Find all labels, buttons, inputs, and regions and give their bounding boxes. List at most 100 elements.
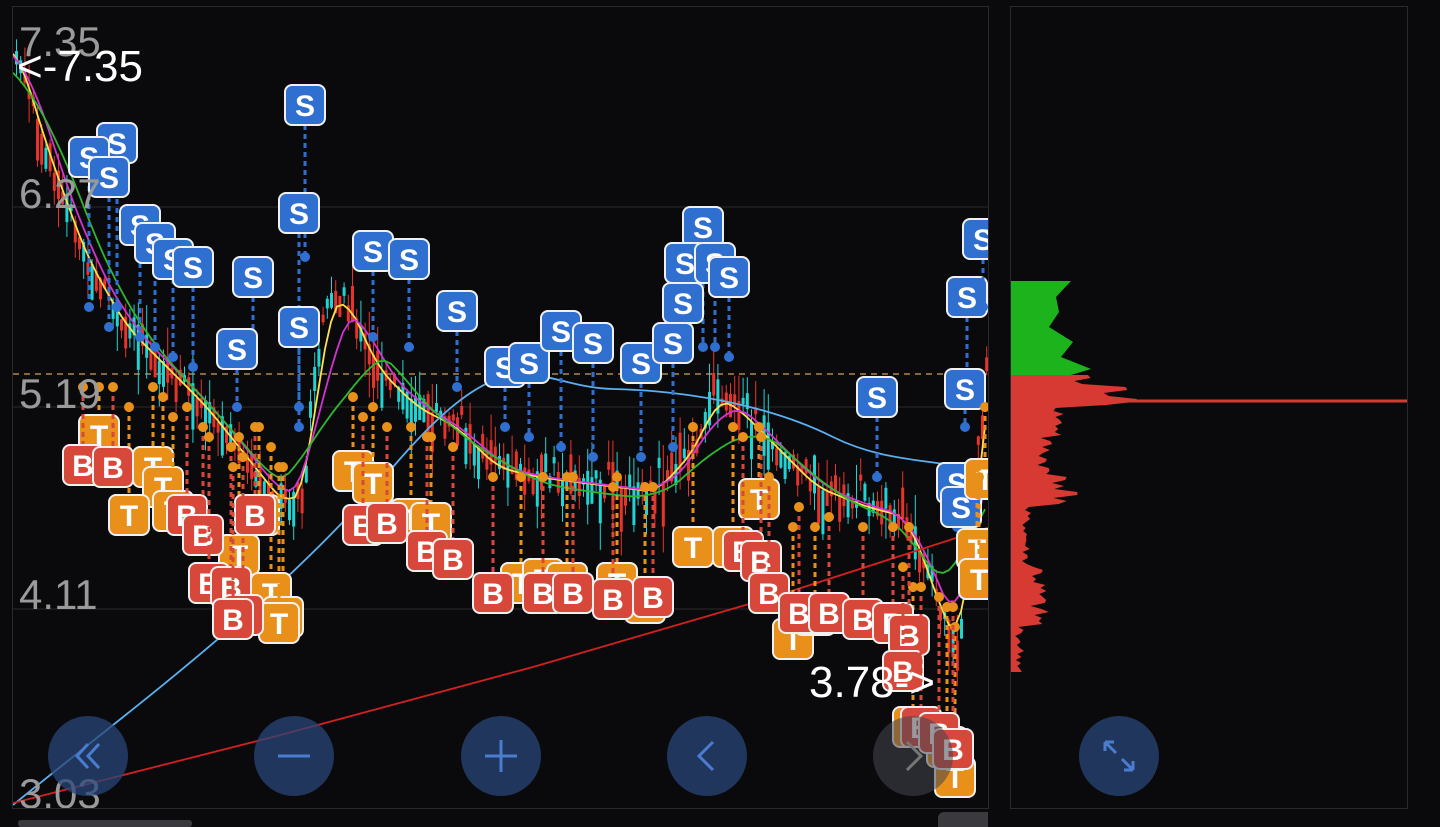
signal-badge-label: S bbox=[719, 262, 739, 295]
candle-body bbox=[157, 360, 161, 385]
signal-dot bbox=[738, 432, 748, 442]
candle-body bbox=[577, 477, 581, 497]
candle-body bbox=[766, 422, 770, 470]
signal-dot bbox=[266, 442, 276, 452]
candle-body bbox=[325, 298, 329, 309]
signal-dot bbox=[588, 452, 598, 462]
signal-badge-label: S bbox=[227, 334, 247, 367]
signal-dot bbox=[168, 352, 178, 362]
signal-badge-label: T bbox=[684, 532, 702, 565]
signal-dot bbox=[648, 482, 658, 492]
signal-badge-label: B bbox=[376, 508, 398, 541]
signal-badge-label: B bbox=[192, 520, 214, 553]
scroll-start-button[interactable] bbox=[48, 716, 128, 796]
signal-badge-label: S bbox=[183, 252, 203, 285]
candle-body bbox=[632, 486, 636, 525]
price-chart-panel[interactable]: SSSSSSSSSSSSSSSSSSSSSSSSSSSSSSSSTTTTTTTT… bbox=[12, 6, 989, 809]
candle-body bbox=[838, 495, 842, 522]
signal-dot bbox=[872, 472, 882, 482]
signal-dot bbox=[448, 442, 458, 452]
candle-body bbox=[195, 397, 199, 417]
signal-dot bbox=[710, 342, 720, 352]
signal-dot bbox=[524, 432, 534, 442]
signal-dot bbox=[274, 462, 284, 472]
signal-badge-label: T bbox=[270, 608, 288, 641]
candle-body bbox=[594, 470, 598, 479]
zoom-out-button[interactable] bbox=[254, 716, 334, 796]
signal-dot bbox=[358, 412, 368, 422]
signal-dot bbox=[348, 392, 358, 402]
signal-badge-label: B bbox=[758, 578, 780, 611]
signal-dot bbox=[568, 472, 578, 482]
double-chevron-left-icon bbox=[74, 742, 101, 770]
signal-badge-label: T bbox=[750, 484, 768, 517]
expand-arrows-icon bbox=[1103, 740, 1135, 772]
signal-dot bbox=[810, 522, 820, 532]
candle-body bbox=[380, 373, 384, 408]
low-price-marker: 3.78-> bbox=[809, 658, 935, 707]
candle-body bbox=[321, 314, 325, 323]
signal-dot bbox=[754, 422, 764, 432]
signal-dot bbox=[488, 472, 498, 482]
candle-body bbox=[451, 414, 455, 421]
scroll-left-button[interactable] bbox=[667, 716, 747, 796]
candle-body bbox=[556, 471, 560, 493]
candle-body bbox=[561, 478, 564, 507]
signal-badge-label: B bbox=[852, 604, 874, 637]
candle-body bbox=[808, 480, 812, 492]
candle-body bbox=[712, 373, 716, 396]
signal-badge-label: S bbox=[363, 236, 383, 269]
signal-dot bbox=[422, 432, 432, 442]
signal-dot bbox=[368, 332, 378, 342]
signal-dot bbox=[148, 382, 158, 392]
signal-badge-label: S bbox=[955, 374, 975, 407]
signal-badge-label: B bbox=[442, 544, 464, 577]
candle-body bbox=[661, 481, 665, 527]
candle-body bbox=[220, 416, 224, 456]
signal-dot bbox=[104, 322, 114, 332]
signal-dot bbox=[972, 462, 982, 472]
signal-dot bbox=[698, 342, 708, 352]
signal-badge-label: S bbox=[973, 224, 989, 257]
candle-body bbox=[330, 293, 333, 308]
signal-dot bbox=[250, 422, 260, 432]
candle-body bbox=[741, 397, 745, 405]
candle-body bbox=[598, 479, 602, 524]
candle-body bbox=[859, 474, 863, 481]
high-price-marker: <-7.35 bbox=[17, 42, 143, 91]
candle-body bbox=[493, 446, 497, 463]
candle-body bbox=[36, 119, 39, 161]
signal-badge-label: B bbox=[602, 584, 624, 617]
zoom-in-button[interactable] bbox=[461, 716, 541, 796]
candle-body bbox=[884, 487, 888, 509]
signal-badge-label: B bbox=[642, 582, 664, 615]
candle-body bbox=[653, 491, 657, 514]
candle-body bbox=[460, 406, 464, 416]
signal-badge-label: S bbox=[295, 90, 315, 123]
candle-body bbox=[586, 470, 590, 505]
volume-profile-up bbox=[1011, 281, 1091, 375]
candle-body bbox=[976, 436, 980, 445]
plus-icon bbox=[485, 740, 517, 772]
signal-dot bbox=[608, 482, 618, 492]
signal-dot bbox=[228, 462, 238, 472]
volume-profile-down bbox=[1011, 375, 1137, 672]
signal-dot bbox=[500, 422, 510, 432]
candle-body bbox=[372, 354, 375, 388]
expand-button[interactable] bbox=[1079, 716, 1159, 796]
price-axis-label: 5.19 bbox=[19, 370, 101, 417]
signal-dot bbox=[300, 252, 310, 262]
signal-dot bbox=[960, 422, 970, 432]
signal-dot bbox=[612, 472, 622, 482]
signal-badge-label: B bbox=[244, 500, 266, 533]
signal-dot bbox=[516, 472, 526, 482]
signal-badge-label: B bbox=[818, 598, 840, 631]
scroll-indicator[interactable] bbox=[18, 820, 192, 827]
chevron-left-icon bbox=[696, 740, 715, 772]
signal-badge-label: S bbox=[693, 212, 713, 245]
candle-body bbox=[544, 453, 548, 473]
signal-badge-label: B bbox=[898, 620, 920, 653]
signal-dot bbox=[948, 602, 958, 612]
scroll-right-button[interactable] bbox=[873, 716, 953, 796]
minus-icon bbox=[278, 754, 310, 758]
